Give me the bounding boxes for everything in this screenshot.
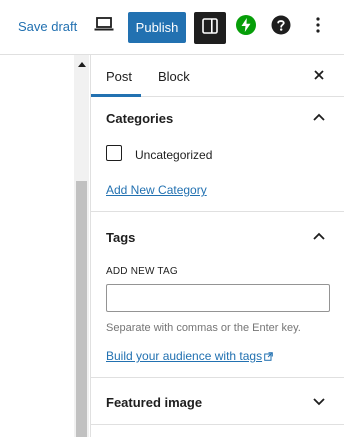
close-icon [314,67,324,85]
settings-sidebar: Post Block Categories Uncategorized Add … [90,55,344,437]
save-draft-button[interactable]: Save draft [18,19,77,34]
tab-post[interactable]: Post [106,69,132,84]
build-audience-link[interactable]: Build your audience with tags [106,349,273,364]
more-options-button[interactable] [307,15,329,39]
editor-toolbar: Save draft Publish [0,0,344,55]
chevron-down-icon[interactable] [312,397,326,407]
close-sidebar-button[interactable] [310,67,328,85]
build-audience-link-text[interactable]: Build your audience with tags [106,349,262,363]
external-link-icon [264,350,273,364]
help-button[interactable] [270,15,292,40]
jetpack-button[interactable] [235,14,257,40]
more-vertical-icon [315,16,321,39]
tags-panel-title[interactable]: Tags [106,230,135,245]
featured-image-panel-title[interactable]: Featured image [106,395,202,410]
preview-button[interactable] [93,15,115,37]
category-checkbox-uncategorized[interactable] [106,145,122,161]
panel-divider [91,424,344,425]
tag-help-text: Separate with commas or the Enter key. [106,322,301,334]
add-new-tag-label: ADD NEW TAG [106,266,178,277]
active-tab-indicator [91,94,141,97]
panel-divider [91,377,344,378]
add-new-category-link[interactable]: Add New Category [106,183,207,197]
settings-toggle-button[interactable] [194,12,226,44]
publish-button[interactable]: Publish [128,12,186,43]
categories-panel-title[interactable]: Categories [106,111,173,126]
panel-divider [91,211,344,212]
scroll-up-arrow-icon[interactable] [74,59,89,69]
chevron-up-icon[interactable] [312,112,326,122]
tab-block[interactable]: Block [158,69,190,84]
category-label-uncategorized: Uncategorized [135,148,213,162]
tag-input[interactable] [106,284,330,312]
scrollbar[interactable] [74,55,89,437]
help-icon [271,15,291,40]
scrollbar-thumb[interactable] [76,181,87,437]
sidebar-tabs: Post Block [91,55,344,97]
laptop-icon [94,16,114,37]
sidebar-toggle-icon [201,17,219,40]
jetpack-bolt-icon [236,14,256,40]
chevron-up-icon[interactable] [312,231,326,241]
